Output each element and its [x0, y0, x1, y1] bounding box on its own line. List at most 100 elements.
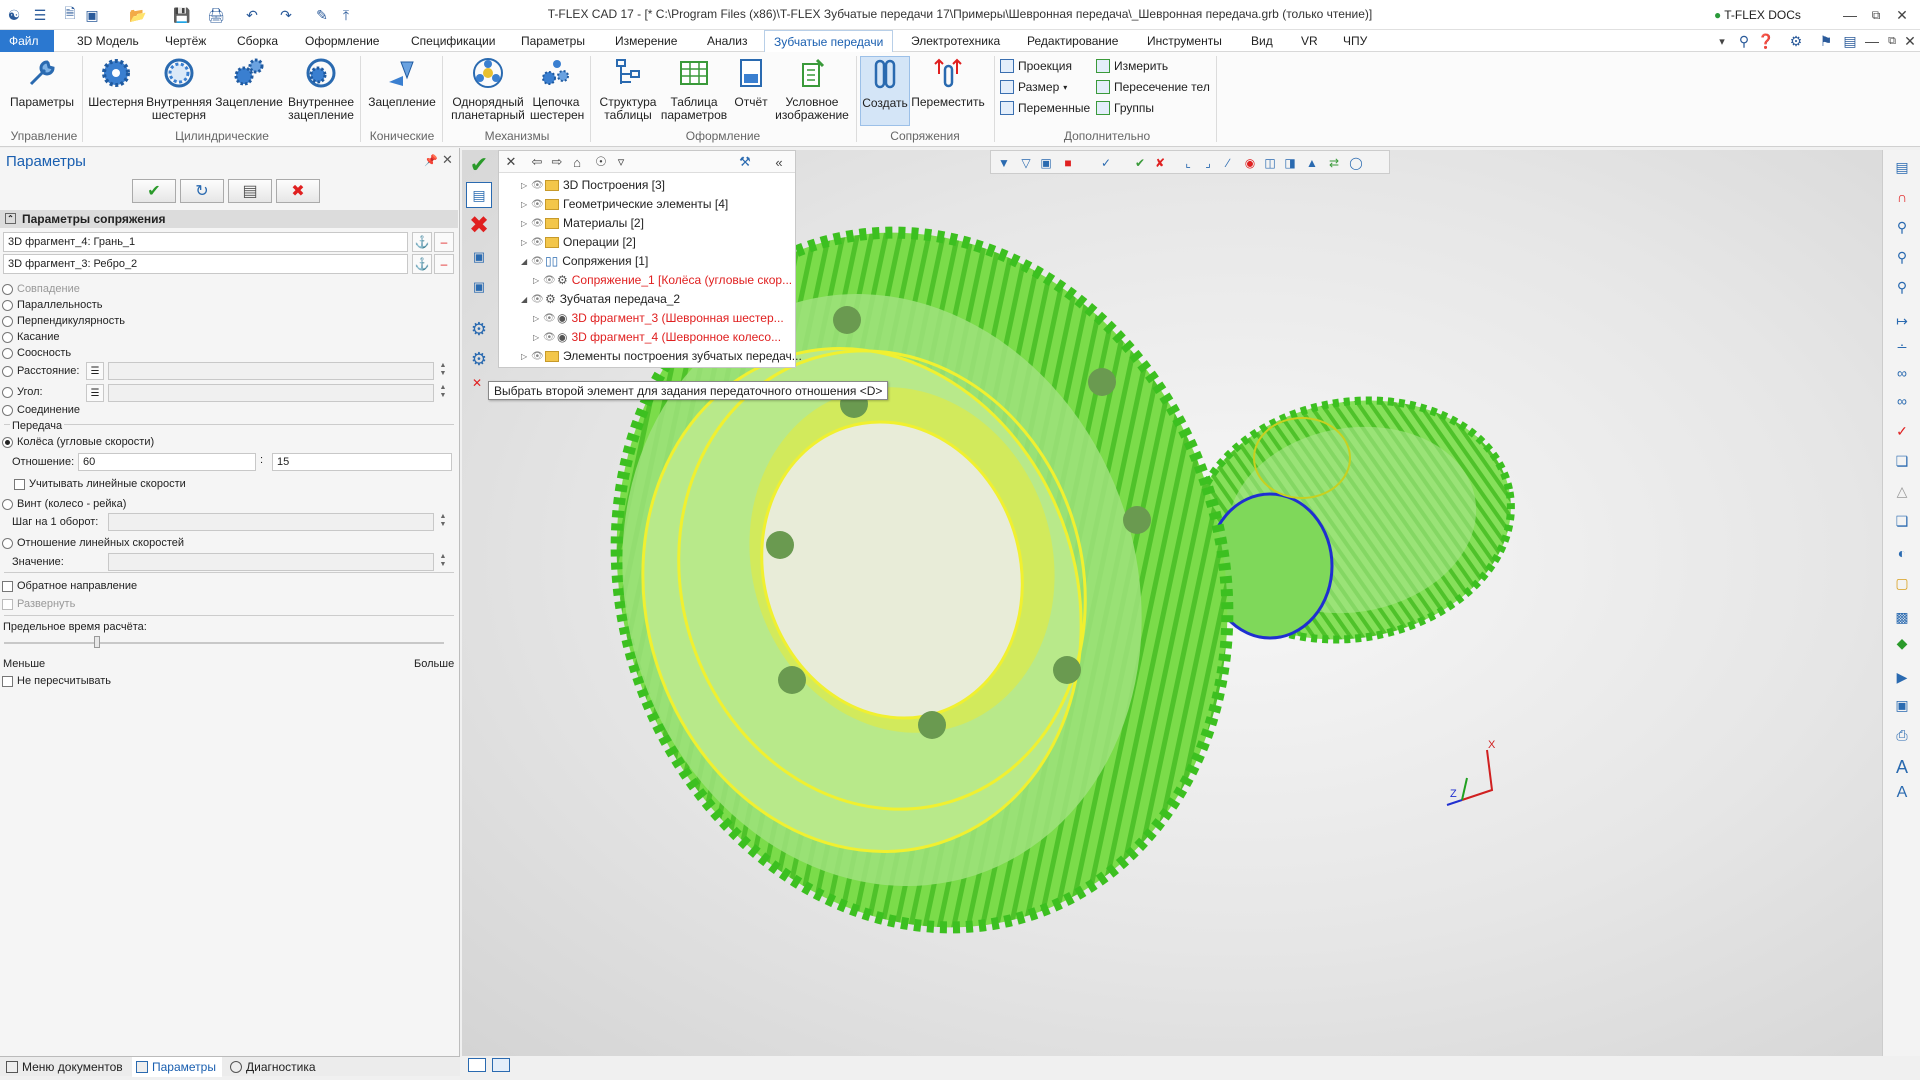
time-slider-handle[interactable] — [94, 636, 100, 648]
ribbon-meshing-button[interactable]: Зацепление — [214, 56, 284, 109]
tree-node-materials[interactable]: ▷ 👁 Материалы [2] — [521, 216, 644, 230]
tab-edit[interactable]: Редактирование — [1018, 30, 1127, 52]
check-filter-icon[interactable]: ✔ — [1131, 154, 1149, 172]
close-panel-icon[interactable]: ✕ — [442, 152, 453, 168]
split-view-icon[interactable] — [492, 1058, 510, 1072]
tab-diagnostics[interactable]: Диагностика — [226, 1057, 322, 1077]
camera-icon[interactable]: ▶ — [1891, 666, 1913, 688]
axes-icon[interactable]: ⌞ — [1179, 154, 1197, 172]
collapse-icon[interactable]: ⌃ — [5, 213, 16, 224]
tab-parameters[interactable]: Параметры — [512, 30, 594, 52]
tab-measure[interactable]: Измерение — [606, 30, 686, 52]
step-spinner[interactable]: ▲ ▼ — [437, 513, 449, 531]
ribbon-parameters-button[interactable]: Параметры — [6, 56, 78, 109]
target-icon[interactable]: ☉ — [593, 154, 609, 170]
filter-icon[interactable]: ▼ — [995, 154, 1013, 172]
confirm-icon[interactable]: ✔ — [466, 152, 492, 178]
ok-button[interactable]: ✔ — [132, 179, 176, 203]
ribbon-projection-button[interactable]: Проекция — [1000, 59, 1072, 73]
close-window-icon[interactable]: ✕ — [1892, 5, 1912, 25]
link-icon[interactable]: ⇄ — [1325, 154, 1343, 172]
fragment-field-2[interactable]: 3D фрагмент_3: Ребро_2 — [3, 254, 408, 274]
glasses-icon[interactable]: ∞ — [1891, 362, 1913, 384]
ribbon-bevel-meshing-button[interactable]: Зацепление — [364, 56, 440, 109]
tree-node-mate-1[interactable]: ▷ 👁 ⚙ Сопряжение_1 [Колёса (угловые скор... — [533, 273, 792, 287]
single-view-icon[interactable] — [468, 1058, 486, 1072]
filter-all-icon[interactable]: ▽ — [1017, 154, 1035, 172]
linear-speeds-checkbox[interactable]: Учитывать линейные скорости — [14, 478, 186, 490]
group-icon[interactable]: ▲ — [1303, 154, 1321, 172]
gear-2-icon[interactable]: ⚙ — [466, 346, 492, 372]
ribbon-gear-chain-button[interactable]: Цепочка шестерен — [530, 56, 584, 122]
tree-node-mates[interactable]: ◢ 👁 ▯▯ Сопряжения [1] — [521, 254, 648, 268]
expand-icon[interactable]: ▿ — [613, 154, 629, 170]
printer-icon[interactable]: ⎙ — [1891, 724, 1913, 746]
ribbon-move-button[interactable]: Переместить — [910, 56, 986, 109]
tree-node-fragment-4[interactable]: ▷ 👁 ◉ 3D фрагмент_4 (Шевронное колесо... — [533, 330, 781, 344]
tab-design[interactable]: Оформление — [296, 30, 388, 52]
ribbon-groups-button[interactable]: Группы — [1096, 101, 1154, 115]
unfold-checkbox[interactable]: Развернуть — [2, 598, 75, 610]
color-box-icon[interactable]: ▩ — [1891, 606, 1913, 628]
magnet-icon[interactable]: ∩ — [1891, 186, 1913, 208]
body-icon[interactable]: ◉ — [1241, 154, 1259, 172]
measure-tool-icon[interactable]: ↦ — [1891, 310, 1913, 332]
tree-settings-icon[interactable]: ⚒ — [737, 154, 753, 170]
select-second-element-icon[interactable]: ▣ — [466, 274, 492, 300]
close-tree-icon[interactable]: ✕ — [503, 154, 519, 170]
tab-cnc[interactable]: ЧПУ — [1334, 30, 1376, 52]
tree-node-gear-transmission[interactable]: ◢ 👁 ⚙ Зубчатая передача_2 — [521, 292, 680, 306]
angle-spinner[interactable]: ▲ ▼ — [437, 384, 449, 402]
forward-icon[interactable]: ⇨ — [549, 154, 565, 170]
select-first-element-icon[interactable]: ▣ — [466, 244, 492, 270]
tab-electrical[interactable]: Электротехника — [902, 30, 1009, 52]
minimize-icon[interactable]: — — [1840, 5, 1860, 25]
ribbon-body-intersection-button[interactable]: Пересечение тел — [1096, 80, 1210, 94]
text-a-icon[interactable]: A — [1891, 756, 1913, 778]
doc-close-icon[interactable]: ✕ — [1900, 31, 1920, 51]
restore-icon[interactable]: ⧉ — [1866, 5, 1886, 25]
zoom-fit-icon[interactable]: ⚲ — [1891, 276, 1913, 298]
doc-minimize-icon[interactable]: — — [1862, 31, 1882, 51]
option-parallel[interactable]: Параллельность — [2, 299, 102, 311]
option-perpendicular[interactable]: Перпендикулярность — [2, 315, 125, 327]
tree-node-fragment-3[interactable]: ▷ 👁 ◉ 3D фрагмент_3 (Шевронная шестер... — [533, 311, 784, 325]
box-icon[interactable]: ❏ — [1891, 510, 1913, 532]
tab-file[interactable]: Файл — [0, 30, 54, 52]
option-distance[interactable]: Расстояние: — [2, 365, 79, 377]
option-wheels[interactable]: Колёса (угловые скорости) — [2, 436, 154, 448]
zoom-icon[interactable]: ⚲ — [1891, 216, 1913, 238]
tab-gears[interactable]: Зубчатые передачи — [764, 30, 894, 52]
option-coaxial[interactable]: Соосность — [2, 347, 71, 359]
tree-node-operations[interactable]: ▷ 👁 Операции [2] — [521, 235, 636, 249]
collapse-panel-icon[interactable]: « — [771, 154, 787, 170]
tab-tools[interactable]: Инструменты — [1138, 30, 1231, 52]
angle-type-icon[interactable]: ☰ — [86, 384, 104, 402]
tree-node-gear-elements[interactable]: ▷ 👁 Элементы построения зубчатых передач..… — [521, 349, 802, 363]
solid-icon[interactable]: ◨ — [1281, 154, 1299, 172]
flag-icon[interactable]: ⚑ — [1816, 31, 1836, 51]
ratio-input-a[interactable]: 60 — [78, 453, 256, 471]
view-orient-icon[interactable]: ▣ — [1891, 694, 1913, 716]
color-icon[interactable]: ■ — [1059, 154, 1077, 172]
angle-input[interactable] — [108, 384, 434, 402]
time-slider-track[interactable] — [4, 642, 444, 644]
ribbon-parameter-table-button[interactable]: Таблица параметров — [660, 56, 728, 122]
home-icon[interactable]: ⌂ — [569, 154, 585, 170]
anchor-icon[interactable]: ⚓ — [412, 232, 432, 252]
tab-specifications[interactable]: Спецификации — [402, 30, 504, 52]
settings-icon[interactable]: ⚙ — [1786, 31, 1806, 51]
docs-link[interactable]: ● T-FLEX DOCs — [1714, 5, 1801, 25]
ratio-input-b[interactable]: 15 — [272, 453, 452, 471]
tab-3d-model[interactable]: 3D Модель — [68, 30, 148, 52]
shield-icon[interactable]: ◯ — [1347, 154, 1365, 172]
snap-icon[interactable]: ✓ — [1097, 154, 1115, 172]
remove-icon[interactable]: – — [434, 254, 454, 274]
diamond-icon[interactable]: ◆ — [1891, 632, 1913, 654]
gear-1-icon[interactable]: ⚙ — [466, 316, 492, 342]
step-input[interactable] — [108, 513, 434, 531]
cancel-icon[interactable]: ✖ — [466, 212, 492, 239]
glasses-alt-icon[interactable]: ∞ — [1891, 390, 1913, 412]
search-icon[interactable]: ⚲ — [1734, 31, 1754, 51]
preview-button[interactable]: ▤ — [228, 179, 272, 203]
